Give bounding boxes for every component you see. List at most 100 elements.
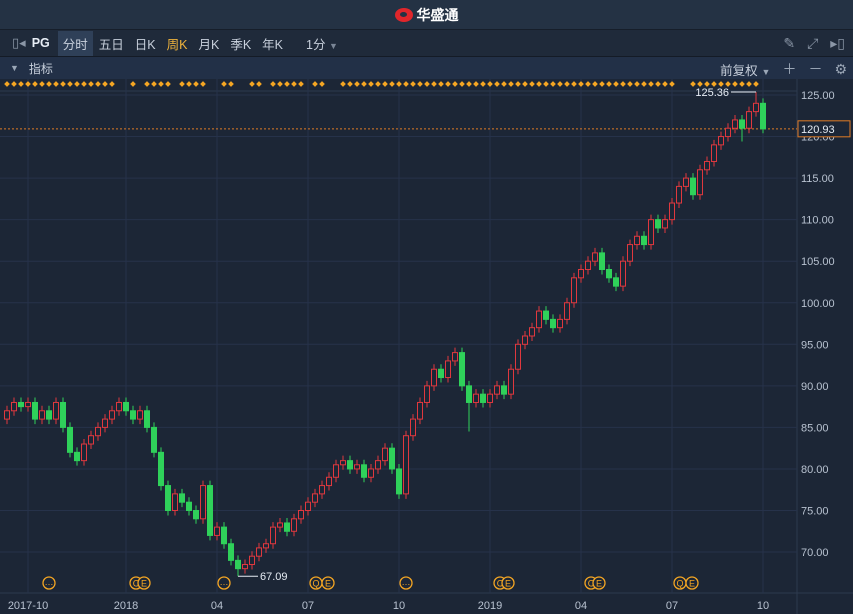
event-glyph: E [596,579,602,589]
candle-up [585,260,591,271]
tab-five-day[interactable]: 五日 [94,31,129,56]
huasheng-logo-icon [394,7,413,22]
marker-diamond [431,81,437,87]
x-tick-label: 04 [211,600,223,612]
marker-diamond [403,81,409,87]
marker-diamond [634,81,640,87]
y-tick-label: 85.00 [801,422,829,434]
candle-down [361,464,367,478]
candle-up [270,526,276,545]
marker-diamond [382,81,388,87]
marker-diamond [186,81,192,87]
marker-diamond [543,81,549,87]
candle-down [193,510,199,520]
plus-icon[interactable]: ＋ [782,59,796,79]
chevron-down-icon: ▼ [328,40,338,51]
adjust-value: 前复权 [720,63,758,78]
min-price-label: 67.09 [260,571,288,583]
candle-up [669,202,675,221]
candle-up [746,111,752,129]
tab-intraday[interactable]: 分时 [57,30,93,56]
tab-daily-k[interactable]: 日K [130,31,161,56]
candle-up [557,318,563,329]
marker-diamond [480,81,486,87]
tab-quarterly-k[interactable]: 季K [225,31,256,56]
marker-diamond [564,81,570,87]
event-glyph: Q [312,579,319,589]
marker-diamond [494,81,500,87]
y-tick-label: 90.00 [801,381,829,393]
tab-weekly-k[interactable]: 周K [162,31,193,56]
marker-diamond [424,81,430,87]
candle-down [130,410,136,420]
minus-icon[interactable]: － [808,59,822,79]
event-glyph: E [141,579,147,589]
candle-down [438,368,444,379]
candle-down [221,526,227,545]
candle-down [144,410,150,428]
marker-diamond [718,81,724,87]
marker-diamond [452,81,458,87]
candle-up [242,564,248,570]
candlestick-chart[interactable]: 70.00 75.00 80.00 85.00 90.00 95.00 100.00 105.… [0,79,853,614]
marker-diamond [732,81,738,87]
marker-diamond [746,81,752,87]
candle-up [382,447,388,462]
marker-diamond [277,81,283,87]
event-more-glyph: … [402,577,411,587]
marker-diamond [193,81,199,87]
marker-diamond [4,81,10,87]
candle-down [690,177,696,196]
marker-diamond [200,81,206,87]
marker-diamond [53,81,59,87]
marker-diamond [312,81,318,87]
y-tick-label: 70.00 [801,547,829,559]
indicator-bar: ▼ 指标 前复权 ▼ ＋ － ⚙ [0,57,853,79]
candle-up [683,177,689,187]
event-glyph: Q [676,579,683,589]
interval-select[interactable]: 1分 ▼ [301,31,343,56]
candle-down [606,269,612,279]
expand-sidebar-icon[interactable]: ▯◂ [12,35,26,51]
gear-icon[interactable]: ⚙ [834,61,847,78]
candle-up [676,185,682,204]
candle-up [704,160,710,171]
fullscreen-icon[interactable]: ⤢ [807,35,818,52]
candle-up [508,368,514,395]
candle-up [354,464,360,470]
candle-down [74,451,80,462]
candle-up [592,252,598,262]
chevron-down-icon: ▼ [761,66,771,77]
marker-diamond [592,81,598,87]
marker-diamond [487,81,493,87]
candle-down [46,410,52,420]
tab-monthly-k[interactable]: 月K [193,31,224,56]
candle-up [39,410,45,420]
x-tick-label: 07 [666,600,678,612]
collapse-panel-icon[interactable]: ▸▯ [830,35,845,52]
adjust-select[interactable]: 前复权 ▼ [720,60,770,79]
marker-diamond [228,81,234,87]
candle-down [235,559,241,570]
y-tick-label: 110.00 [801,215,834,227]
indicator-label[interactable]: 指标 [29,60,53,77]
candle-up [95,426,101,437]
candle-up [326,476,332,487]
candle-up [298,510,304,520]
candle-down [67,426,73,453]
marker-diamond [438,81,444,87]
x-tick-label: 2018 [114,600,138,612]
marker-diamond [571,81,577,87]
tab-yearly-k[interactable]: 年K [257,31,288,56]
marker-diamond [669,81,675,87]
y-tick-label: 95.00 [801,339,829,351]
marker-diamond [515,81,521,87]
collapse-arrow-icon[interactable]: ▼ [10,63,19,73]
candle-up [725,127,731,138]
x-tick-label: 2019 [478,600,502,612]
candle-up [620,260,626,287]
marker-diamond [39,81,45,87]
candle-up [375,460,381,470]
pencil-icon[interactable]: ✎ [783,35,795,52]
marker-diamond [67,81,73,87]
